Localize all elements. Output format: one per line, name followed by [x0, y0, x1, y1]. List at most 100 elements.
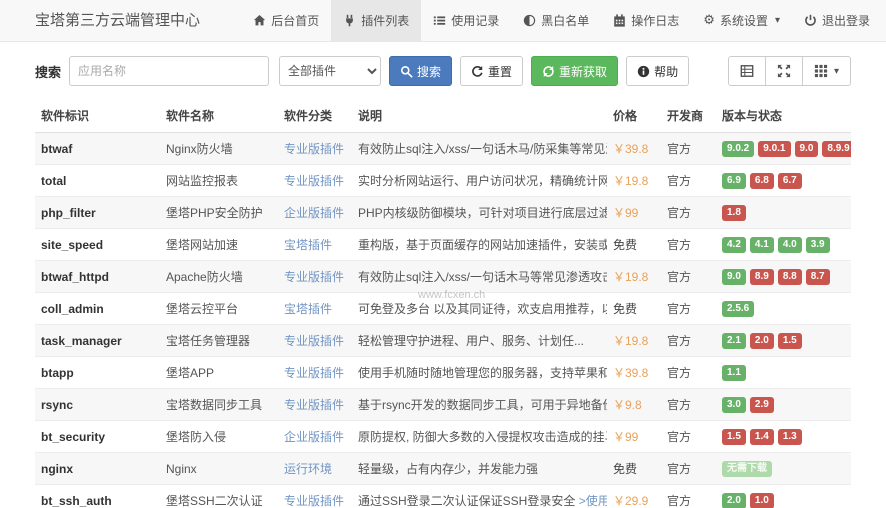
- info-icon: [637, 65, 650, 78]
- refetch-button[interactable]: 重新获取: [531, 56, 619, 86]
- table-row: btwaf_httpd Apache防火墙 专业版插件 有效防止sql注入/xss/一…: [35, 260, 851, 293]
- plugin-category-link[interactable]: 专业版插件: [284, 494, 344, 508]
- version-badge[interactable]: 1.3: [777, 429, 802, 445]
- plugin-category-link[interactable]: 宝塔插件: [284, 302, 332, 316]
- plugin-category-link[interactable]: 企业版插件: [284, 206, 344, 220]
- plugin-description: 原防提权, 防御大多数的入侵提权攻击造成的挂马和被挖矿...: [352, 420, 607, 453]
- table-row: rsync 宝塔数据同步工具 专业版插件 基于rsync开发的数据同步工具，可用于异地…: [35, 388, 851, 421]
- plugin-price: ￥9.8: [607, 388, 661, 421]
- plugin-developer: 官方: [661, 196, 716, 229]
- plugin-versions: 1.8: [716, 196, 851, 229]
- nav-item-settings[interactable]: ⚙ 系统设置 ▾: [691, 0, 792, 41]
- version-badge[interactable]: 2.9: [749, 397, 774, 413]
- plugin-developer: 官方: [661, 292, 716, 325]
- table-row: btwaf Nginx防火墙 专业版插件 有效防止sql注入/xss/一句话木马/防采…: [35, 132, 851, 165]
- version-badge[interactable]: 8.8: [777, 269, 802, 285]
- home-icon: [253, 14, 266, 27]
- plugin-name: 堡塔防入侵: [160, 420, 278, 453]
- version-badge[interactable]: 2.1: [722, 333, 746, 349]
- version-badge[interactable]: 9.0.2: [722, 141, 755, 157]
- column-header: 说明: [352, 98, 607, 133]
- version-badge[interactable]: 1.4: [749, 429, 774, 445]
- version-badge[interactable]: 1.5: [722, 429, 746, 445]
- help-button[interactable]: 帮助: [626, 56, 690, 86]
- search-label: 搜索: [35, 64, 62, 80]
- version-badge[interactable]: 2.0: [722, 493, 746, 508]
- version-badge[interactable]: 9.0: [722, 269, 746, 285]
- version-badge[interactable]: 8.9.9: [822, 141, 851, 157]
- plugin-category-link[interactable]: 专业版插件: [284, 270, 344, 284]
- power-icon: [804, 14, 817, 27]
- plugin-category-link[interactable]: 宝塔插件: [284, 238, 332, 252]
- version-badge[interactable]: 4.1: [749, 237, 774, 253]
- refetch-button-label: 重新获取: [559, 64, 608, 79]
- plugin-developer: 官方: [661, 260, 716, 293]
- toolbar: 搜索 全部插件 搜索 重置 重新获取 帮助 ▾: [35, 56, 851, 86]
- version-badge[interactable]: 9.0: [794, 141, 819, 157]
- search-button-label: 搜索: [417, 64, 442, 79]
- nav-item-label: 后台首页: [271, 14, 320, 28]
- version-badge[interactable]: 6.7: [777, 173, 802, 189]
- plugin-category-link[interactable]: 专业版插件: [284, 142, 344, 156]
- fullscreen-button[interactable]: [765, 56, 803, 86]
- nav-item-usage-log[interactable]: 使用记录: [421, 0, 511, 41]
- nav-item-operation-log[interactable]: 操作日志: [601, 0, 691, 41]
- help-button-label: 帮助: [654, 64, 679, 79]
- plugin-table: 软件标识 软件名称 软件分类 说明 价格 开发商 版本与状态 btwaf Nginx防火墙 专业…: [35, 98, 851, 508]
- version-badge[interactable]: 8.7: [805, 269, 830, 285]
- plugin-category-link[interactable]: 运行环境: [284, 462, 332, 476]
- version-badge[interactable]: 2.5.6: [722, 301, 755, 317]
- nav-item-home[interactable]: 后台首页: [241, 0, 331, 41]
- plugin-price: ￥39.8: [607, 132, 661, 165]
- columns-button[interactable]: ▾: [802, 56, 851, 86]
- version-badge[interactable]: 1.5: [777, 333, 802, 349]
- columns-icon: [814, 64, 828, 78]
- plugin-category-link[interactable]: 专业版插件: [284, 366, 344, 380]
- version-badge[interactable]: 1.1: [722, 365, 746, 381]
- version-badge[interactable]: 无需下载: [722, 461, 772, 477]
- plugin-category-link[interactable]: 专业版插件: [284, 398, 344, 412]
- plugin-filter-select[interactable]: 全部插件: [279, 56, 382, 86]
- description-link[interactable]: >使用教程: [579, 494, 607, 508]
- version-badge[interactable]: 1.0: [749, 493, 774, 508]
- nav-item-logout[interactable]: 退出登录: [792, 0, 882, 41]
- nav-item-label: 退出登录: [821, 14, 870, 28]
- app-title: 宝塔第三方云端管理中心: [35, 12, 201, 29]
- plugin-price: ￥19.8: [607, 324, 661, 357]
- reset-button[interactable]: 重置: [460, 56, 524, 86]
- view-button-group: ▾: [727, 56, 851, 86]
- plugin-versions: 9.0 8.9 8.8 8.7: [716, 260, 851, 293]
- search-input[interactable]: [69, 56, 270, 86]
- version-badge[interactable]: 4.2: [722, 237, 746, 253]
- search-button[interactable]: 搜索: [389, 56, 453, 86]
- plugin-versions: 2.5.6: [716, 292, 851, 325]
- nav-item-label: 系统设置: [719, 14, 768, 28]
- adjust-icon: [523, 14, 536, 27]
- plugin-developer: 官方: [661, 132, 716, 165]
- nav-item-blacklist[interactable]: 黑白名单: [511, 0, 601, 41]
- nav-item-plugin-list[interactable]: 插件列表: [331, 0, 422, 41]
- version-badge[interactable]: 9.0.1: [758, 141, 791, 157]
- table-view-button[interactable]: [727, 56, 766, 86]
- plugin-name: 宝塔任务管理器: [160, 324, 278, 357]
- plugin-description: 实时分析网站运行、用户访问状况，精确统计网站流量、I...: [352, 164, 607, 197]
- plugin-id: bt_ssh_auth: [35, 484, 160, 508]
- plugin-category-link[interactable]: 专业版插件: [284, 334, 344, 348]
- version-badge[interactable]: 3.0: [722, 397, 746, 413]
- plugin-category-link[interactable]: 专业版插件: [284, 174, 344, 188]
- search-icon: [400, 65, 413, 78]
- table-row: bt_ssh_auth 堡塔SSH二次认证 专业版插件 通过SSH登录二次认证保证SS…: [35, 484, 851, 508]
- version-badge[interactable]: 8.9: [749, 269, 774, 285]
- table-row: btapp堡塔APP 专业版插件使用手机随时随地管理您的服务器，支持苹果和安卓 >…: [35, 356, 851, 389]
- fullscreen-icon: [777, 64, 791, 78]
- version-badge[interactable]: 2.0: [749, 333, 774, 349]
- version-badge[interactable]: 1.8: [722, 205, 746, 221]
- version-badge[interactable]: 6.8: [749, 173, 774, 189]
- version-badge[interactable]: 4.0: [777, 237, 802, 253]
- plugin-description: 基于rsync开发的数据同步工具，可用于异地备份、多台主...: [352, 388, 607, 421]
- version-badge[interactable]: 6.9: [722, 173, 746, 189]
- refresh-icon: [471, 65, 484, 78]
- version-badge[interactable]: 3.9: [805, 237, 830, 253]
- plugin-name: 堡塔APP: [160, 356, 278, 389]
- plugin-category-link[interactable]: 企业版插件: [284, 430, 344, 444]
